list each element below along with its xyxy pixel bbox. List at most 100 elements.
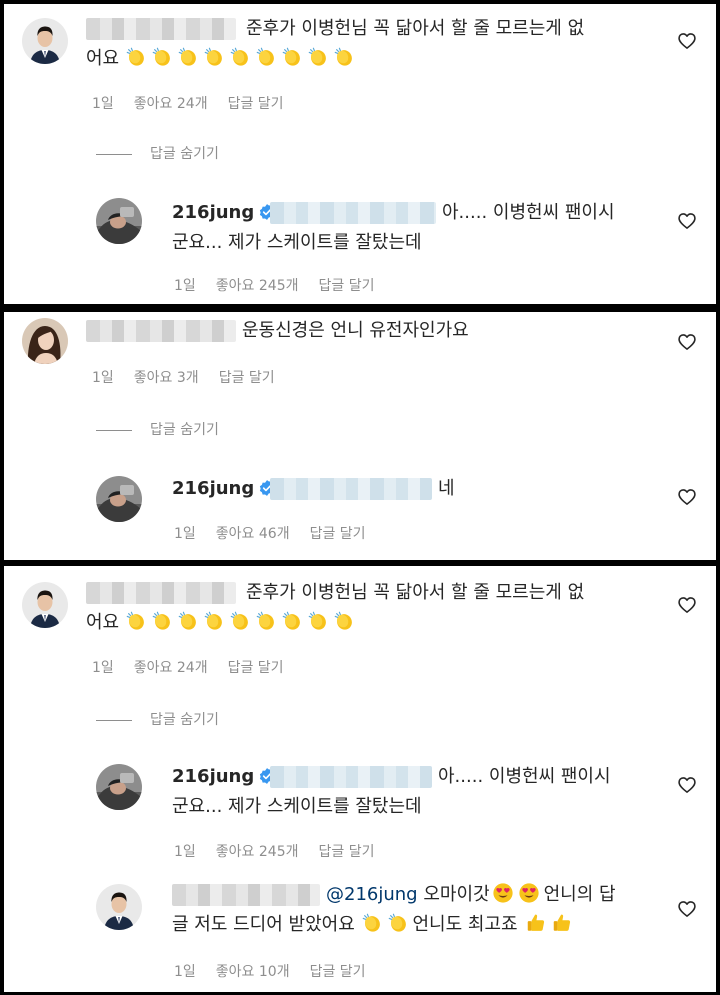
avatar[interactable] (96, 884, 142, 930)
heart-eyes-icon (492, 882, 514, 904)
thumbs-up-icon (551, 912, 573, 934)
reply-button[interactable]: 답글 달기 (319, 842, 375, 862)
thumbs-up-icon (525, 912, 547, 934)
username-label: 216jung (172, 766, 255, 787)
blurred-username (86, 320, 236, 342)
reply-text: 아..... 이병헌씨 팬이시 (442, 202, 615, 223)
hide-replies-label: 답글 숨기기 (150, 712, 219, 728)
avatar[interactable] (96, 476, 142, 522)
heart-icon[interactable] (677, 595, 697, 615)
reply-username[interactable]: 216jung (172, 474, 276, 504)
divider-line (96, 719, 132, 721)
reply-username[interactable]: 216jung (172, 198, 276, 228)
comment-text-fragment: 어요 (86, 612, 120, 633)
reply-text-fragment: 오마이갓 (423, 884, 490, 905)
reply-text-fragment: 글 저도 드디어 받았어요 (172, 914, 355, 935)
reply-text: @216jung 오마이갓 언니의 답 (326, 880, 616, 910)
comment-text-line2: 어요 (86, 608, 359, 638)
heart-icon[interactable] (677, 775, 697, 795)
comment-panel: 운동신경은 언니 유전자인가요 1일 좋아요 3개 답글 달기 답글 숨기기 2… (4, 312, 716, 560)
avatar[interactable] (22, 582, 68, 628)
clap-icon (151, 46, 173, 68)
reply-button[interactable]: 답글 달기 (319, 276, 375, 296)
comment-meta: 1일 좋아요 10개 답글 달기 (174, 962, 366, 982)
reply-button[interactable]: 답글 달기 (219, 368, 275, 388)
clap-emoji-row (125, 612, 359, 633)
clap-icon (203, 610, 225, 632)
heart-icon[interactable] (677, 31, 697, 51)
reply-text-fragment: 언니의 답 (543, 884, 616, 905)
reply-text: 아..... 이병헌씨 팬이시 (438, 766, 611, 787)
comment-meta: 1일 좋아요 245개 답글 달기 (174, 842, 374, 862)
clap-icon (177, 610, 199, 632)
username-label: 216jung (172, 478, 255, 499)
clap-icon (177, 46, 199, 68)
clap-icon (229, 610, 251, 632)
reply-button[interactable]: 답글 달기 (228, 658, 284, 678)
clap-icon (255, 610, 277, 632)
blurred-username (86, 582, 236, 604)
reply-button[interactable]: 답글 달기 (310, 962, 366, 982)
heart-icon[interactable] (677, 211, 697, 231)
divider-line (96, 153, 132, 155)
avatar[interactable] (96, 198, 142, 244)
comment-meta: 1일 좋아요 3개 답글 달기 (92, 368, 275, 388)
likes-count-button[interactable]: 좋아요 24개 (134, 94, 208, 114)
reply-text-line2: 군요... 제가 스케이트를 잘탔는데 (172, 796, 422, 817)
comment-text: 준후가 이병헌님 꼭 닮아서 할 줄 모르는게 없 (246, 582, 585, 603)
reply-text-line2: 글 저도 드디어 받았어요 언니도 최고죠 (172, 910, 577, 940)
reply-button[interactable]: 답글 달기 (310, 524, 366, 544)
comment-panel: 준후가 이병헌님 꼭 닮아서 할 줄 모르는게 없 어요 1일 좋아요 24개 … (4, 4, 716, 304)
likes-count-button[interactable]: 좋아요 10개 (216, 962, 290, 982)
clap-icon (333, 610, 355, 632)
hide-replies-label: 답글 숨기기 (150, 146, 219, 162)
clap-icon (333, 46, 355, 68)
blurred-mention (270, 478, 432, 500)
hide-replies-button[interactable]: 답글 숨기기 (96, 144, 219, 164)
likes-count-button[interactable]: 좋아요 3개 (134, 368, 199, 388)
comment-meta: 1일 좋아요 245개 답글 달기 (174, 276, 374, 296)
hide-replies-button[interactable]: 답글 숨기기 (96, 420, 219, 440)
comment-meta: 1일 좋아요 46개 답글 달기 (174, 524, 366, 544)
comment-panel: 준후가 이병헌님 꼭 닮아서 할 줄 모르는게 없 어요 1일 좋아요 24개 … (4, 566, 716, 992)
clap-icon (255, 46, 277, 68)
clap-icon (125, 610, 147, 632)
clap-icon (203, 46, 225, 68)
clap-icon (307, 46, 329, 68)
clap-icon (229, 46, 251, 68)
comment-age: 1일 (92, 660, 114, 676)
comment-meta: 1일 좋아요 24개 답글 달기 (92, 658, 284, 678)
avatar[interactable] (22, 318, 68, 364)
blurred-username (172, 884, 320, 906)
heart-icon[interactable] (677, 332, 697, 352)
reply-text-fragment: 언니도 최고죠 (412, 914, 518, 935)
reply-text: 네 (438, 478, 455, 499)
comment-text-line2: 어요 (86, 44, 359, 74)
heart-icon[interactable] (677, 899, 697, 919)
comment-text: 준후가 이병헌님 꼭 닮아서 할 줄 모르는게 없 (246, 18, 585, 39)
mention-link[interactable]: @216jung (326, 884, 418, 905)
hide-replies-label: 답글 숨기기 (150, 422, 219, 438)
clap-icon (281, 46, 303, 68)
comment-text-fragment: 어요 (86, 48, 120, 69)
comment-age: 1일 (92, 370, 114, 386)
clap-icon (361, 912, 383, 934)
likes-count-button[interactable]: 좋아요 46개 (216, 524, 290, 544)
comment-age: 1일 (174, 964, 196, 980)
avatar[interactable] (22, 18, 68, 64)
clap-emoji-row (125, 48, 359, 69)
reply-button[interactable]: 답글 달기 (228, 94, 284, 114)
username-label: 216jung (172, 202, 255, 223)
heart-icon[interactable] (677, 487, 697, 507)
likes-count-button[interactable]: 좋아요 24개 (134, 658, 208, 678)
avatar[interactable] (96, 764, 142, 810)
likes-count-button[interactable]: 좋아요 245개 (216, 842, 299, 862)
likes-count-button[interactable]: 좋아요 245개 (216, 276, 299, 296)
reply-username[interactable]: 216jung (172, 762, 276, 792)
clap-icon (151, 610, 173, 632)
hide-replies-button[interactable]: 답글 숨기기 (96, 710, 219, 730)
blurred-username (86, 18, 236, 40)
comment-meta: 1일 좋아요 24개 답글 달기 (92, 94, 284, 114)
comment-text: 운동신경은 언니 유전자인가요 (242, 320, 469, 341)
clap-icon (387, 912, 409, 934)
